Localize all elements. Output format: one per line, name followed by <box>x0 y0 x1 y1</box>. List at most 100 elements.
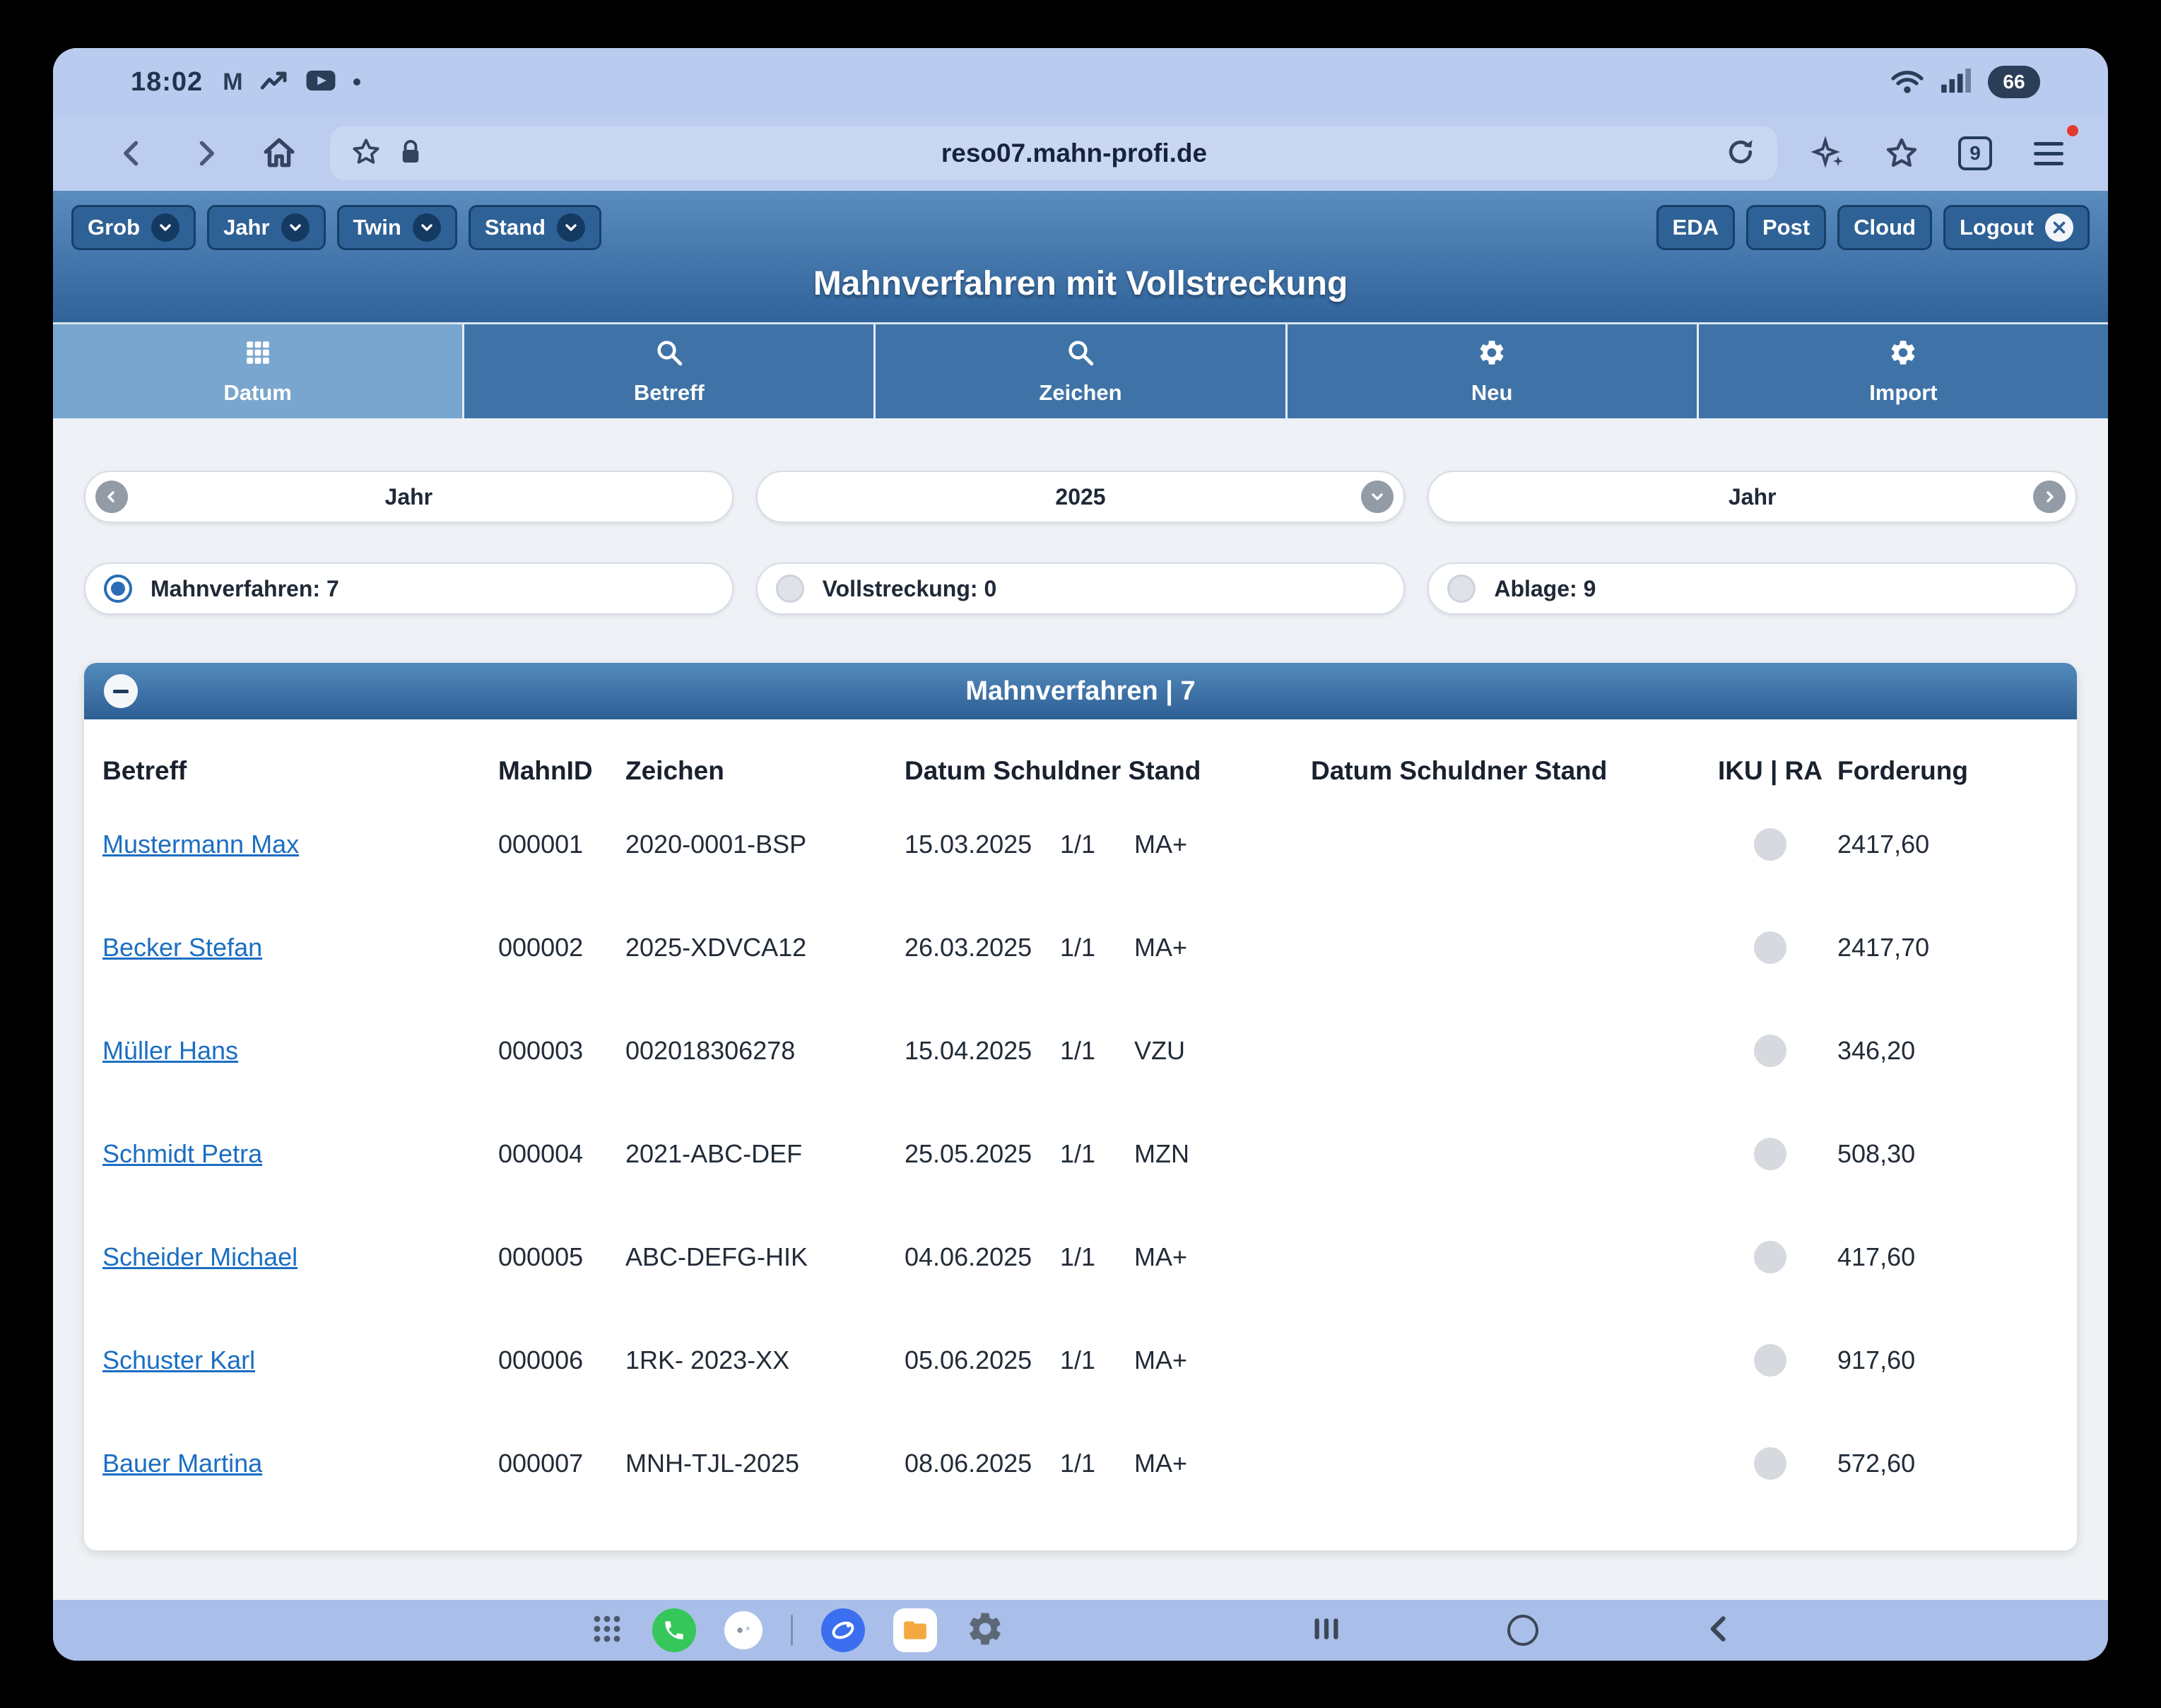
betreff-link[interactable]: Bauer Martina <box>102 1449 498 1478</box>
close-icon <box>2045 213 2073 242</box>
panel-header: Mahnverfahren | 7 <box>84 663 2077 719</box>
filter-vollstreckung[interactable]: Vollstreckung: 0 <box>756 563 1406 615</box>
tab-datum[interactable]: Datum <box>53 324 464 418</box>
mahnid-cell: 000004 <box>498 1139 625 1169</box>
radio-unselected-icon[interactable] <box>1447 575 1476 603</box>
eda-button[interactable]: EDA <box>1656 205 1735 250</box>
forderung-cell: 2417,60 <box>1837 830 2059 859</box>
tab-zeichen[interactable]: Zeichen <box>876 324 1287 418</box>
lock-icon <box>398 138 423 170</box>
cloud-button[interactable]: Cloud <box>1837 205 1932 250</box>
logout-button[interactable]: Logout <box>1943 205 2090 250</box>
home-key[interactable] <box>1507 1615 1538 1646</box>
dropdown-twin[interactable]: Twin <box>337 205 457 250</box>
datum-cell: 15.03.2025 <box>905 830 1060 859</box>
dropdown-jahr[interactable]: Jahr <box>207 205 325 250</box>
mahnid-cell: 000002 <box>498 933 625 962</box>
phone-app-icon[interactable] <box>652 1608 696 1652</box>
col-iku-ra: IKU | RA <box>1703 756 1837 786</box>
app-header: Grob Jahr Twin Stand EDA Post <box>53 191 2108 322</box>
table-row: Scheider Michael 000005 ABC-DEFG-HIK 04.… <box>102 1206 2059 1309</box>
chevron-down-icon[interactable] <box>1361 481 1394 513</box>
dropdown-stand[interactable]: Stand <box>469 205 601 250</box>
betreff-link[interactable]: Mustermann Max <box>102 830 498 859</box>
tab-count: 9 <box>1958 136 1992 170</box>
address-bar[interactable]: reso07.mahn-profi.de <box>330 126 1777 180</box>
collapse-button[interactable] <box>104 674 138 708</box>
post-button[interactable]: Post <box>1746 205 1826 250</box>
betreff-link[interactable]: Müller Hans <box>102 1036 498 1066</box>
betreff-link[interactable]: Schmidt Petra <box>102 1139 498 1169</box>
stand-cell: VZU <box>1134 1036 1311 1066</box>
camera-app-icon[interactable] <box>724 1611 762 1649</box>
betreff-link[interactable]: Becker Stefan <box>102 933 498 962</box>
iku-ra-indicator[interactable] <box>1754 828 1786 861</box>
search-icon <box>654 338 684 373</box>
dropdown-grob[interactable]: Grob <box>71 205 196 250</box>
radio-selected-icon[interactable] <box>104 575 132 603</box>
iku-ra-indicator[interactable] <box>1754 1035 1786 1067</box>
iku-ra-indicator[interactable] <box>1754 1138 1786 1170</box>
betreff-link[interactable]: Scheider Michael <box>102 1242 498 1272</box>
stand-cell: MZN <box>1134 1139 1311 1169</box>
files-app-icon[interactable] <box>893 1608 937 1652</box>
chevron-right-icon[interactable] <box>2033 481 2066 513</box>
iku-ra-indicator[interactable] <box>1754 1241 1786 1273</box>
refresh-icon[interactable] <box>1725 136 1756 171</box>
bookmark-star-icon[interactable] <box>351 137 381 170</box>
table-row: Becker Stefan 000002 2025-XDVCA12 26.03.… <box>102 896 2059 999</box>
chevron-left-icon[interactable] <box>95 481 128 513</box>
zeichen-cell: 002018306278 <box>625 1036 905 1066</box>
ai-sparkle-icon[interactable] <box>1806 131 1851 176</box>
filter-mahnverfahren[interactable]: Mahnverfahren: 7 <box>84 563 734 615</box>
iku-ra-cell <box>1703 1344 1837 1377</box>
prev-year-pill[interactable]: Jahr <box>84 471 734 523</box>
favorites-star-icon[interactable] <box>1879 131 1924 176</box>
iku-ra-cell <box>1703 1447 1837 1480</box>
year-select[interactable]: 2025 <box>756 471 1406 523</box>
browser-forward-button[interactable] <box>183 131 228 176</box>
browser-back-button[interactable] <box>110 131 155 176</box>
filter-ablage[interactable]: Ablage: 9 <box>1427 563 2077 615</box>
schuldner-cell: 1/1 <box>1060 1345 1134 1375</box>
iku-ra-cell <box>1703 1035 1837 1067</box>
tab-bar: Datum Betreff Zeichen Neu Import <box>53 322 2108 418</box>
radio-unselected-icon[interactable] <box>776 575 804 603</box>
iku-ra-indicator[interactable] <box>1754 1447 1786 1480</box>
mahnid-cell: 000005 <box>498 1242 625 1272</box>
tab-import[interactable]: Import <box>1699 324 2108 418</box>
menu-badge <box>2067 125 2078 136</box>
tab-betreff[interactable]: Betreff <box>464 324 876 418</box>
iku-ra-indicator[interactable] <box>1754 931 1786 964</box>
datum-cell: 05.06.2025 <box>905 1345 1060 1375</box>
schuldner-cell: 1/1 <box>1060 1139 1134 1169</box>
apps-grid-icon[interactable] <box>590 1612 624 1649</box>
next-year-pill[interactable]: Jahr <box>1427 471 2077 523</box>
year-navigation: Jahr 2025 Jahr <box>84 471 2077 523</box>
chevron-down-icon <box>557 213 585 242</box>
tab-switcher-button[interactable]: 9 <box>1953 131 1998 176</box>
iku-ra-cell <box>1703 828 1837 861</box>
iku-ra-indicator[interactable] <box>1754 1344 1786 1377</box>
recent-apps-key[interactable] <box>1311 1613 1342 1648</box>
forderung-cell: 917,60 <box>1837 1345 2059 1375</box>
settings-gear-icon[interactable] <box>965 1609 1005 1652</box>
back-key[interactable] <box>1704 1613 1735 1648</box>
stand-cell: MA+ <box>1134 933 1311 962</box>
datum-cell: 25.05.2025 <box>905 1139 1060 1169</box>
browser-app-icon[interactable] <box>821 1608 865 1652</box>
tab-neu[interactable]: Neu <box>1288 324 1699 418</box>
notification-dot-icon <box>353 78 360 86</box>
betreff-link[interactable]: Schuster Karl <box>102 1345 498 1375</box>
browser-menu-button[interactable] <box>2026 131 2071 176</box>
clock: 18:02 <box>131 67 203 98</box>
schuldner-cell: 1/1 <box>1060 1449 1134 1478</box>
col-zeichen: Zeichen <box>625 756 905 786</box>
col-datum-schuldner-stand-2: Datum Schuldner Stand <box>1311 756 1703 786</box>
url-text[interactable]: reso07.mahn-profi.de <box>440 139 1708 168</box>
signal-icon <box>1940 67 1972 98</box>
gmail-icon: M <box>223 69 242 96</box>
col-betreff: Betreff <box>102 756 498 786</box>
col-forderung: Forderung <box>1837 756 2059 786</box>
home-button[interactable] <box>257 131 302 176</box>
